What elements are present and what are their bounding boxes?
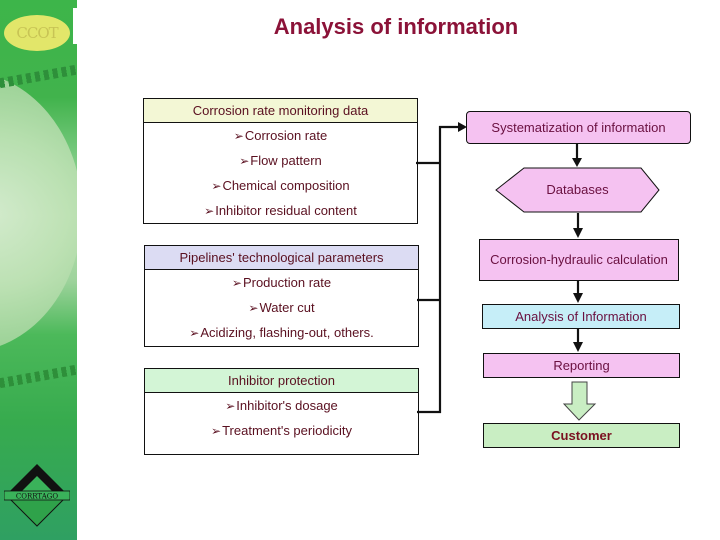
arrowhead-icon [573,228,583,238]
step-analysis-of-information: Analysis of Information [482,304,680,329]
step-customer: Customer [483,423,680,448]
step-systematization: Systematization of information [466,111,691,144]
block-arrow-icon [562,381,597,421]
step-corrosion-hydraulic-calculation: Corrosion-hydraulic calculation [479,239,679,281]
step-databases: Databases [546,182,609,197]
arrowhead-icon [573,293,583,303]
arrowhead-icon [573,342,583,352]
step-reporting: Reporting [483,353,680,378]
arrowhead-icon [572,158,582,167]
